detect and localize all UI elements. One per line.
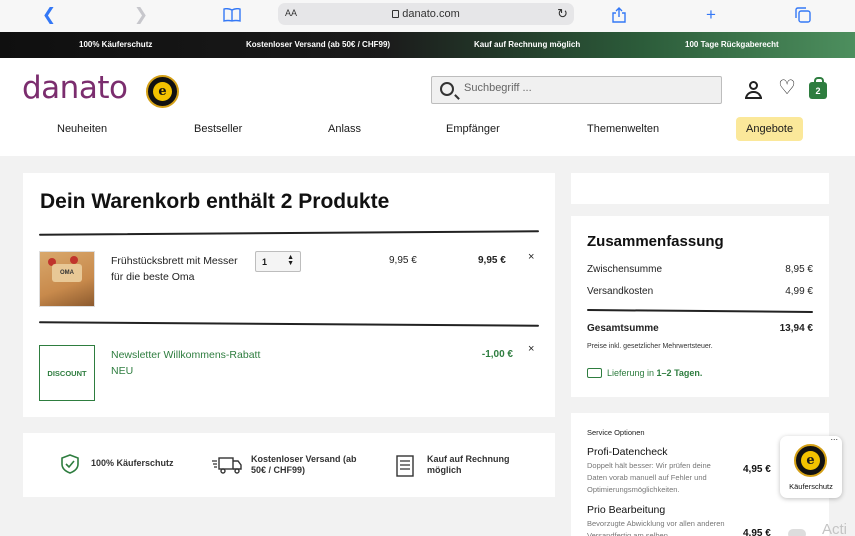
discount-value: -1,00 €	[481, 349, 513, 360]
delivery-info: Lieferung in 1–2 Tagen.	[587, 368, 702, 378]
service-description: Doppelt hält besser: Wir prüfen deine Da…	[587, 461, 711, 494]
site-header: danato e ♡ 2 Neuheiten Bestseller Anlass…	[0, 58, 855, 156]
cart-icon[interactable]: 2	[808, 77, 828, 100]
divider	[38, 230, 540, 236]
trust-card: 100% Käuferschutz Kostenloser Versand (a…	[23, 433, 555, 497]
promo-item: Kauf auf Rechnung möglich	[474, 40, 581, 49]
nav-item-themenwelten[interactable]: Themenwelten	[587, 123, 659, 135]
trusted-shops-seal-icon[interactable]: e	[146, 75, 179, 108]
bookmarks-icon[interactable]	[221, 5, 243, 25]
widget-label: Käuferschutz	[789, 482, 833, 491]
trust-buyer-protection: 100% Käuferschutz	[59, 453, 174, 474]
account-icon[interactable]	[744, 80, 764, 100]
discount-badge: DISCOUNT	[39, 345, 95, 401]
nav-item-empfaenger[interactable]: Empfänger	[446, 123, 500, 135]
service-description: Bevorzugte Abwicklung vor allen anderen …	[587, 519, 725, 536]
nav-item-neuheiten[interactable]: Neuheiten	[57, 123, 107, 135]
share-icon[interactable]	[608, 5, 630, 25]
remove-discount-icon[interactable]: ×	[528, 343, 534, 355]
service-options-header: Service Optionen	[587, 428, 645, 437]
truck-icon	[211, 455, 243, 475]
trusted-shops-widget[interactable]: ... e Käuferschutz	[780, 432, 842, 498]
unit-price: 9,95 €	[389, 255, 417, 266]
discount-name: Newsletter Willkommens-Rabatt NEU	[111, 349, 261, 377]
service-price: 4,95 €	[743, 464, 771, 475]
promo-item: Kostenloser Versand (ab 50€ / CHF99)	[246, 40, 391, 49]
promo-item: 100% Käuferschutz	[79, 40, 153, 49]
divider	[586, 309, 814, 313]
truck-icon	[587, 368, 602, 378]
divider	[38, 321, 540, 327]
danato-logo[interactable]: danato	[22, 70, 128, 106]
more-icon[interactable]: ...	[830, 432, 838, 442]
service-name: Profi-Datencheck	[587, 446, 668, 458]
nav-item-angebote[interactable]: Angebote	[736, 117, 804, 141]
shipping-row: Versandkosten 4,99 €	[587, 286, 813, 297]
cart-count-badge: 2	[809, 77, 827, 99]
service-toggle[interactable]	[788, 529, 806, 536]
trust-free-shipping: Kostenloser Versand (ab 50€ / CHF99)	[211, 454, 361, 476]
service-price: 4,95 €	[743, 528, 771, 536]
search-input[interactable]	[464, 82, 704, 94]
forward-icon[interactable]: ❯	[130, 5, 152, 25]
browser-toolbar: ❮ ❯ AA danato.com ↻ +	[0, 0, 855, 32]
back-icon[interactable]: ❮	[38, 5, 60, 25]
new-tab-icon[interactable]: +	[700, 5, 722, 25]
activate-windows-text: Acti	[822, 521, 848, 536]
nav-item-bestseller[interactable]: Bestseller	[194, 123, 242, 135]
line-total: 9,95 €	[478, 255, 506, 266]
product-name[interactable]: Frühstücksbrett mit Messer für die beste…	[111, 253, 251, 285]
promo-item: 100 Tage Rückgaberecht	[685, 40, 779, 49]
remove-item-icon[interactable]: ×	[528, 251, 534, 263]
service-name: Prio Bearbeitung	[587, 504, 666, 516]
summary-title: Zusammenfassung	[587, 233, 724, 250]
subtotal-row: Zwischensumme 8,95 €	[587, 264, 813, 275]
reload-icon[interactable]: ↻	[557, 6, 568, 22]
tabs-icon[interactable]	[792, 5, 814, 25]
invoice-icon	[395, 455, 419, 477]
right-top-card	[571, 173, 829, 204]
wishlist-heart-icon[interactable]: ♡	[778, 78, 798, 100]
chevron-updown-icon: ▲ ▼	[287, 254, 294, 267]
nav-item-anlass[interactable]: Anlass	[328, 123, 361, 135]
quantity-select[interactable]: 1 ▲ ▼	[255, 251, 301, 272]
trusted-shops-seal-icon: e	[794, 444, 827, 477]
cart-title: Dein Warenkorb enthält 2 Produkte	[40, 190, 390, 213]
summary-card: Zusammenfassung Zwischensumme 8,95 € Vers…	[571, 216, 829, 397]
tax-note: Preise inkl. gesetzlicher Mehrwertsteuer…	[587, 343, 713, 350]
shield-check-icon	[59, 453, 83, 474]
product-image[interactable]: OMA	[39, 251, 95, 307]
lock-icon	[392, 10, 400, 18]
cart-card: Dein Warenkorb enthält 2 Produkte OMA Fr…	[23, 173, 555, 417]
promo-bar: 100% Käuferschutz Kostenloser Versand (a…	[0, 32, 855, 58]
search-box[interactable]	[431, 76, 722, 104]
total-row: Gesamtsumme 13,94 €	[587, 323, 813, 334]
url-text: danato.com	[402, 8, 460, 20]
search-icon[interactable]	[440, 82, 454, 96]
address-bar[interactable]: AA danato.com ↻	[278, 3, 574, 25]
trust-invoice: Kauf auf Rechnung möglich	[395, 454, 527, 477]
